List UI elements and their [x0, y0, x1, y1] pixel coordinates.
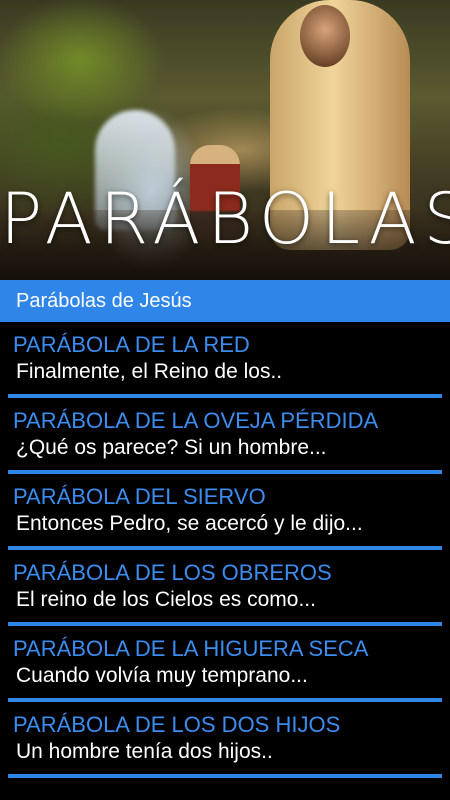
list-item[interactable]: PARÁBOLA DE LA OVEJA PÉRDIDA ¿Qué os par…: [8, 398, 442, 474]
list-item-title: PARÁBOLA DE LOS DOS HIJOS: [13, 712, 341, 737]
list-item-snippet: Finalmente, el Reino de los..: [16, 360, 283, 383]
hero-banner: PARÁBOLAS: [0, 0, 450, 280]
list-item[interactable]: PARÁBOLA DE LA HIGUERA SECA Cuando volví…: [8, 626, 442, 702]
list-item-title: PARÁBOLA DEL SIERVO: [13, 484, 266, 509]
hero-title: PARÁBOLAS: [0, 178, 450, 260]
list-item[interactable]: PARÁBOLA DE LOS OBREROS El reino de los …: [8, 550, 442, 626]
list-item-title: PARÁBOLA DE LA HIGUERA SECA: [13, 636, 369, 661]
section-header-label: Parábolas de Jesús: [16, 289, 192, 312]
list-item-title: PARÁBOLA DE LOS OBREROS: [13, 560, 332, 585]
list-item-snippet: Un hombre tenía dos hijos..: [16, 740, 273, 763]
list-item-title: PARÁBOLA DE LA RED: [13, 332, 250, 357]
list-item-snippet: Cuando volvía muy temprano...: [16, 664, 308, 687]
list-item[interactable]: PARÁBOLA DE LA RED Finalmente, el Reino …: [8, 322, 442, 398]
list-item[interactable]: PARÁBOLA DEL SIERVO Entonces Pedro, se a…: [8, 474, 442, 550]
list-item[interactable]: PARÁBOLA DE LOS DOS HIJOS Un hombre tení…: [8, 702, 442, 778]
list-item-title: PARÁBOLA DE LA OVEJA PÉRDIDA: [13, 408, 379, 433]
list-item-snippet: El reino de los Cielos es como...: [16, 588, 316, 611]
jesus-head-illustration: [300, 5, 350, 67]
list-item-snippet: ¿Qué os parece? Si un hombre...: [16, 436, 327, 459]
section-header: Parábolas de Jesús: [0, 280, 450, 322]
list-item-snippet: Entonces Pedro, se acercó y le dijo...: [16, 512, 363, 535]
